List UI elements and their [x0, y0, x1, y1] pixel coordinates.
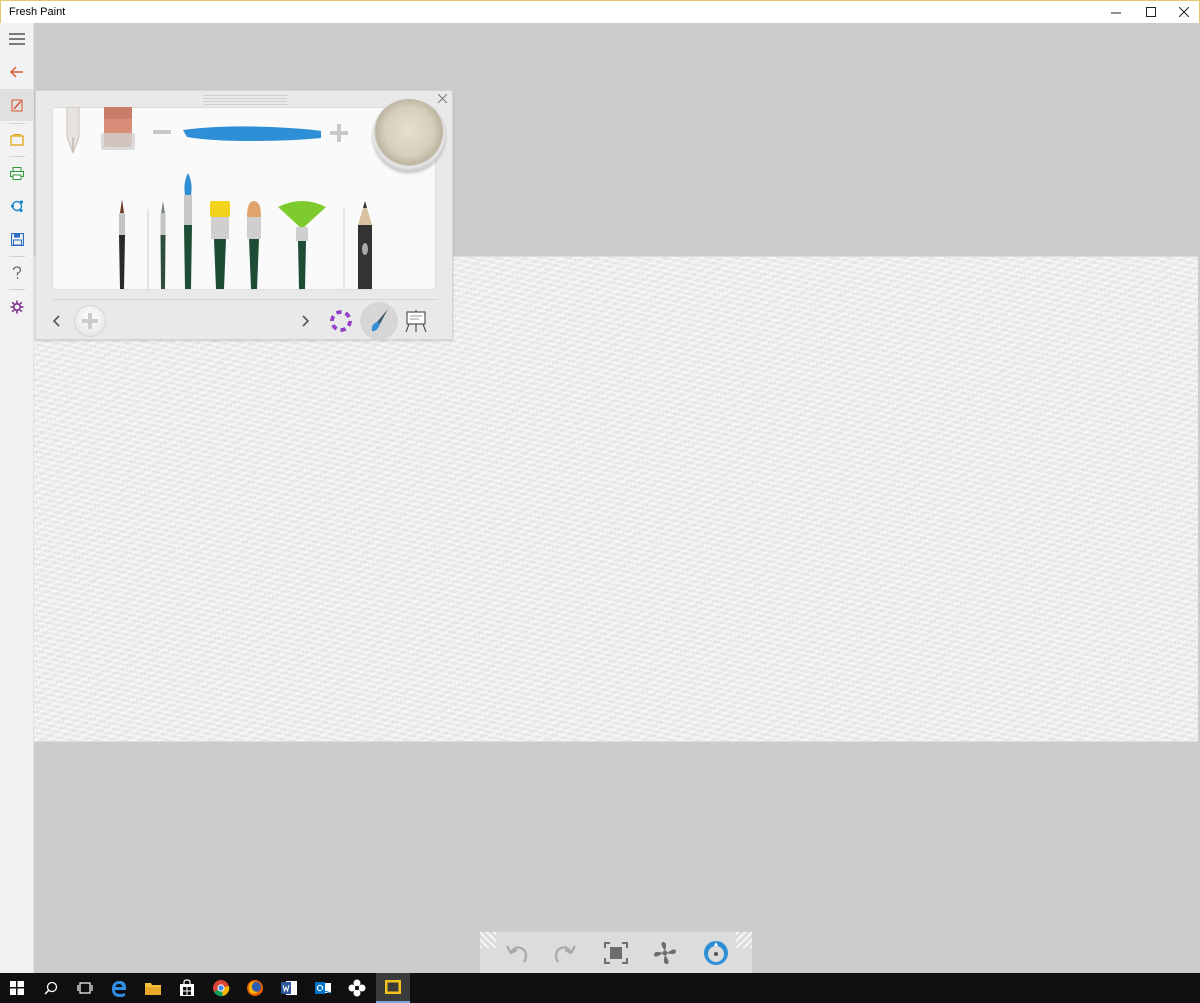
bottom-toolbar: [480, 931, 752, 973]
taskbar-app[interactable]: [340, 973, 374, 1003]
brush-size-stroke-icon: [183, 126, 321, 141]
prev-arrow-icon: [52, 315, 60, 327]
taskbar-file-explorer[interactable]: [136, 973, 170, 1003]
add-brush-button[interactable]: [74, 305, 106, 337]
paint-pot-icon[interactable]: [373, 99, 445, 171]
sidebar-item-save[interactable]: [0, 223, 34, 255]
redo-icon: [554, 945, 576, 963]
easel-button[interactable]: [402, 308, 430, 334]
palette-drag-handle[interactable]: [203, 93, 287, 105]
share-icon: [10, 200, 24, 213]
brush-palette: [35, 90, 453, 340]
save-icon: [10, 232, 24, 246]
start-icon: [10, 981, 24, 995]
task-view-button[interactable]: [68, 973, 102, 1003]
palette-close-button[interactable]: [435, 92, 449, 106]
maximize-button[interactable]: [1134, 1, 1168, 23]
canvas-brush-icon: [11, 99, 23, 112]
file-explorer-icon: [145, 983, 161, 995]
palette-divider: [52, 299, 438, 300]
undo-button[interactable]: [500, 936, 534, 970]
taskbar-store[interactable]: [170, 973, 204, 1003]
fit-screen-button[interactable]: [599, 936, 633, 970]
sidebar-item-settings[interactable]: [0, 291, 34, 323]
fresh-paint-icon: [385, 980, 401, 994]
fit-screen-icon: [604, 942, 628, 964]
prev-page-button[interactable]: [48, 312, 64, 330]
sidebar-item-share[interactable]: [0, 190, 34, 222]
brush-size-increase-icon[interactable]: [330, 124, 348, 142]
app-sidebar: [0, 23, 34, 973]
title-bar: Fresh Paint: [0, 0, 1200, 23]
close-icon: [437, 93, 447, 104]
next-page-button[interactable]: [298, 312, 314, 330]
taskbar: [0, 973, 1200, 1003]
outlook-icon: [315, 982, 332, 994]
task-view-icon: [77, 982, 93, 994]
settings-icon: [10, 300, 24, 314]
divider-line: [147, 209, 149, 289]
taskbar-fresh-paint[interactable]: [376, 973, 410, 1003]
start-button[interactable]: [0, 973, 34, 1003]
taskbar-edge[interactable]: [102, 973, 136, 1003]
new-canvas-icon: [10, 134, 24, 146]
filbert-brush-icon[interactable]: [244, 201, 264, 289]
sidebar-item-new[interactable]: [0, 124, 34, 156]
add-brush-icon: [82, 313, 98, 329]
color-picker-button[interactable]: [328, 308, 354, 334]
redo-button[interactable]: [548, 936, 582, 970]
back-arrow-icon: [10, 66, 23, 78]
brush-mode-icon: [371, 309, 388, 332]
flat-brush-icon[interactable]: [208, 201, 232, 289]
sidebar-item-print[interactable]: [0, 157, 34, 189]
liner-brush-icon[interactable]: [156, 201, 170, 289]
taskbar-firefox[interactable]: [238, 973, 272, 1003]
firefox-icon: [247, 980, 263, 996]
taskbar-outlook[interactable]: [306, 973, 340, 1003]
divider-line: [343, 209, 345, 289]
menu-button[interactable]: [0, 23, 34, 55]
close-icon: [1179, 7, 1189, 17]
minimize-button[interactable]: [1099, 1, 1133, 23]
dry-paint-button[interactable]: [648, 936, 682, 970]
pencil-icon[interactable]: [354, 201, 376, 289]
app-icon: [348, 979, 366, 997]
close-window-button[interactable]: [1167, 1, 1200, 23]
color-wheel-icon: [330, 310, 352, 332]
brush-size-decrease-icon[interactable]: [153, 129, 171, 135]
pen-tool-icon[interactable]: [64, 107, 82, 155]
dry-fan-icon: [654, 942, 676, 964]
navigator-icon: [704, 941, 728, 965]
taskbar-search-button[interactable]: [34, 973, 68, 1003]
back-button[interactable]: [0, 56, 34, 88]
print-icon: [10, 166, 24, 180]
round-brush-icon[interactable]: [114, 199, 130, 289]
hamburger-menu-icon: [9, 33, 25, 45]
maximize-icon: [1146, 7, 1156, 17]
brush-mode-button[interactable]: [360, 302, 398, 340]
eraser-tool-icon[interactable]: [100, 107, 136, 151]
undo-icon: [506, 945, 528, 963]
fan-brush-icon[interactable]: [276, 201, 328, 289]
chrome-icon: [213, 980, 230, 997]
taskbar-word[interactable]: [272, 973, 306, 1003]
navigator-button[interactable]: [699, 936, 733, 970]
taskbar-chrome[interactable]: [204, 973, 238, 1003]
window-title: Fresh Paint: [9, 6, 66, 18]
sidebar-item-help[interactable]: [0, 257, 34, 289]
word-icon: [281, 981, 297, 995]
search-icon: [44, 981, 58, 995]
help-icon: [12, 266, 22, 279]
next-arrow-icon: [302, 315, 310, 327]
store-icon: [180, 979, 194, 996]
pointed-brush-icon[interactable]: [179, 173, 197, 289]
sidebar-divider: [9, 289, 25, 290]
minimize-icon: [1111, 12, 1121, 14]
sidebar-item-paint[interactable]: [0, 89, 34, 121]
edge-icon: [112, 981, 126, 997]
easel-icon: [405, 310, 427, 333]
